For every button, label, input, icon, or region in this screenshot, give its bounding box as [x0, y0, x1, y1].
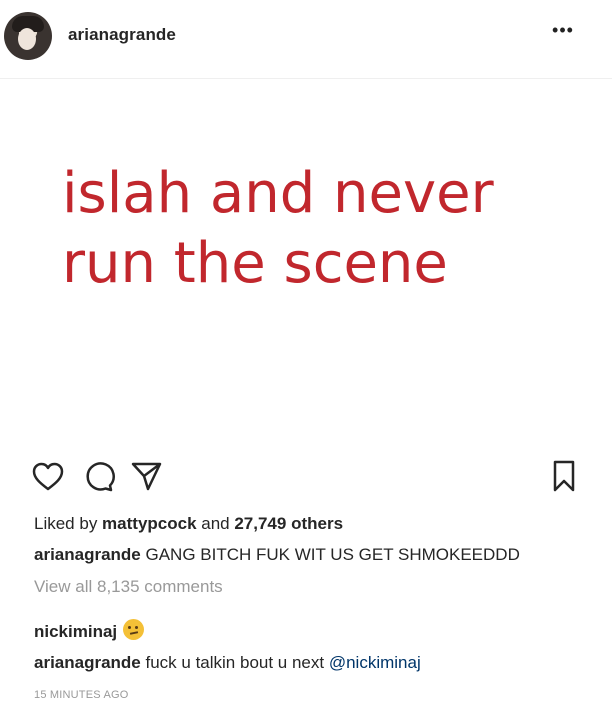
caption-username[interactable]: arianagrande	[34, 545, 141, 564]
comment-bubble-icon[interactable]	[80, 458, 116, 494]
post-username[interactable]: arianagrande	[68, 25, 176, 45]
likes-prefix: Liked by	[34, 514, 103, 533]
post-caption: arianagrande GANG BITCH FUK WIT US GET S…	[34, 545, 520, 565]
comment-username[interactable]: nickiminaj	[34, 622, 117, 641]
avatar[interactable]	[4, 12, 52, 60]
post-actions	[0, 450, 612, 502]
grimacing-face-emoji-icon	[123, 619, 145, 640]
post-timestamp: 15 MINUTES AGO	[34, 689, 129, 701]
paper-plane-icon[interactable]	[128, 458, 164, 494]
post-image-text-line-1: islah and never	[62, 161, 494, 226]
likes-middle: and	[196, 514, 235, 533]
comment-item: arianagrande fuck u talkin bout u next @…	[34, 653, 421, 673]
more-horizontal-icon[interactable]: •••	[551, 18, 575, 42]
likes-user-link[interactable]: mattypcock	[102, 514, 196, 533]
comment-item: nickiminaj	[34, 619, 145, 642]
caption-text: GANG BITCH FUK WIT US GET SHMOKEEDDD	[145, 545, 520, 564]
heart-outline-icon[interactable]	[30, 458, 66, 494]
view-all-comments-link[interactable]: View all 8,135 comments	[34, 577, 223, 597]
comment-username[interactable]: arianagrande	[34, 653, 141, 672]
bookmark-icon[interactable]	[546, 458, 582, 494]
likes-others-link[interactable]: 27,749 others	[234, 514, 343, 533]
post-header: arianagrande •••	[0, 0, 612, 78]
post-image-text-line-2: run the scene	[62, 231, 448, 296]
instagram-post: arianagrande ••• islah and never run the…	[0, 0, 612, 708]
post-image-text: islah and never run the scene	[62, 159, 494, 299]
comment-mention-link[interactable]: @nickiminaj	[329, 653, 421, 672]
post-image[interactable]: islah and never run the scene	[0, 79, 612, 439]
likes-line: Liked by mattypcock and 27,749 others	[34, 514, 343, 534]
avatar-face	[18, 28, 36, 50]
comment-text: fuck u talkin bout u next	[145, 653, 329, 672]
